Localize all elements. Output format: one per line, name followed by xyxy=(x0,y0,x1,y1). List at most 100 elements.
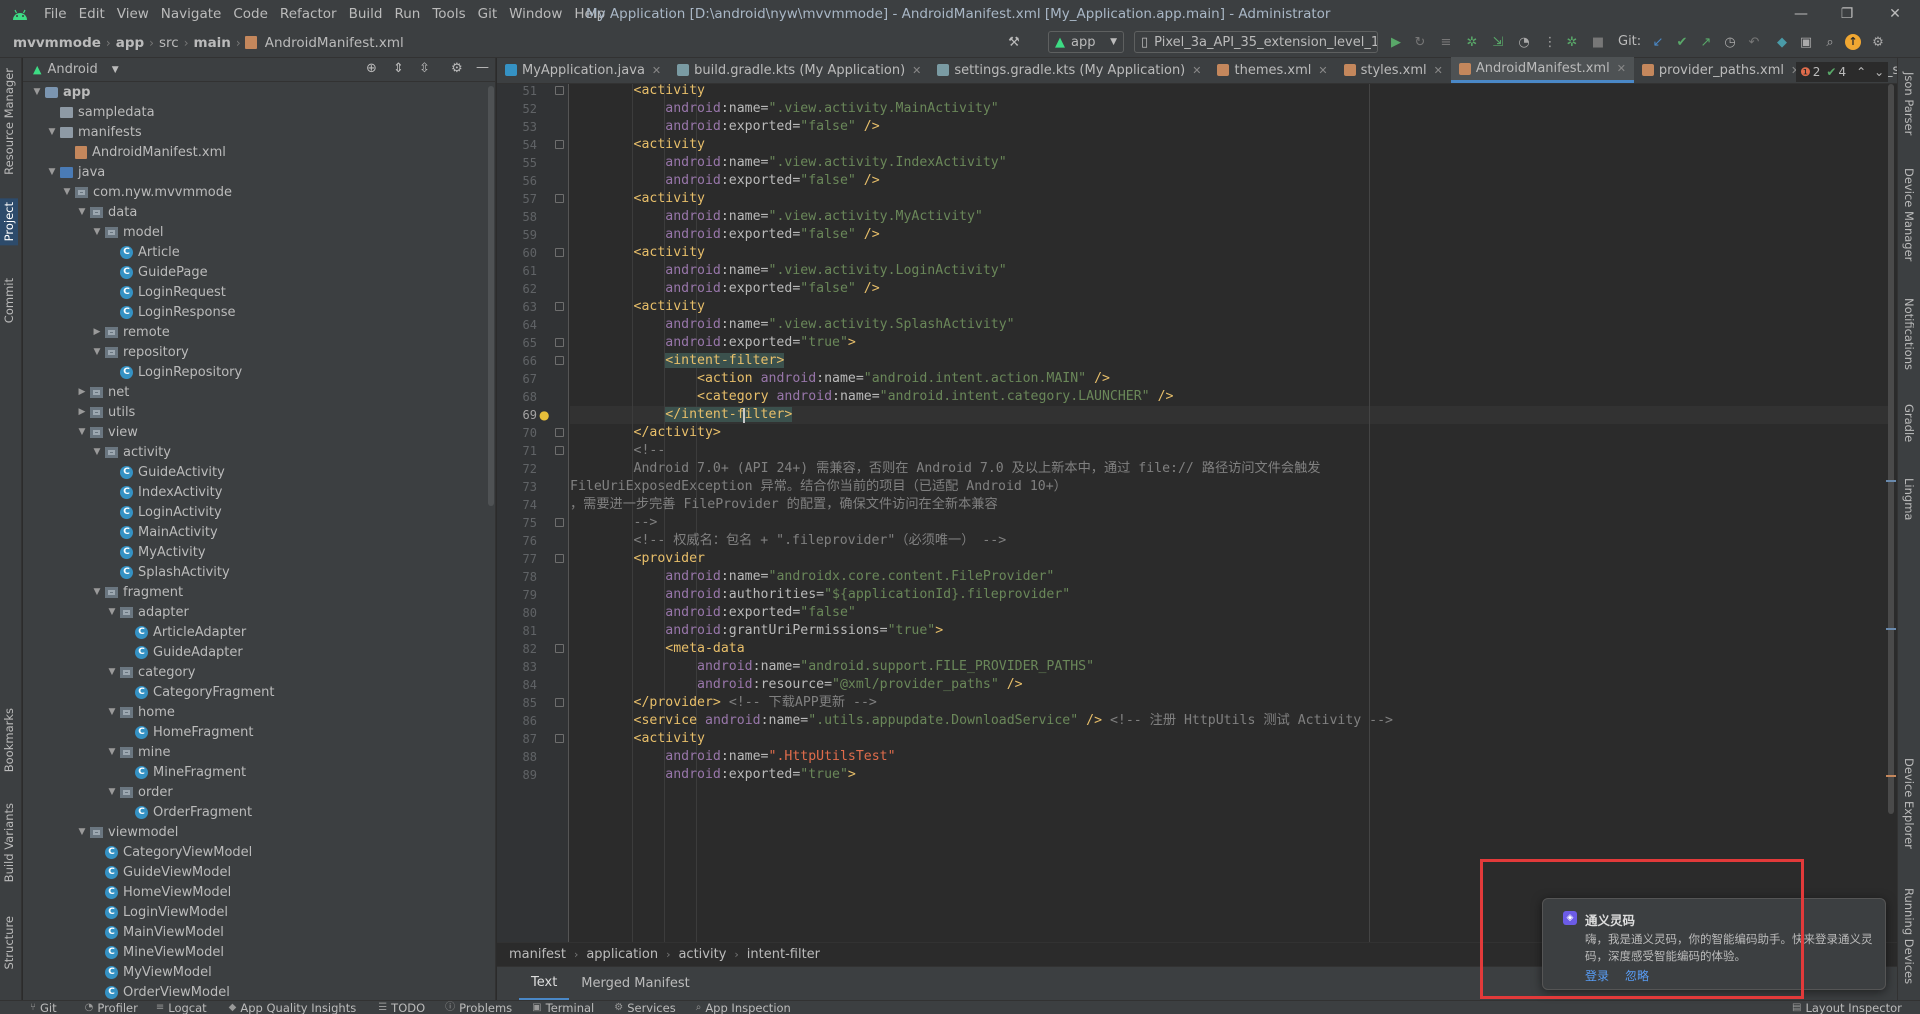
expanded-arrow-icon[interactable]: ▼ xyxy=(76,827,88,837)
menu-navigate[interactable]: Navigate xyxy=(155,0,228,28)
tree-item[interactable]: ▼ fragment xyxy=(91,582,184,602)
menu-edit[interactable]: Edit xyxy=(73,0,111,28)
menu-git[interactable]: Git xyxy=(472,0,504,28)
close-tab-icon[interactable]: ✕ xyxy=(652,64,661,77)
running-devices-tab[interactable]: Running Devices xyxy=(1902,888,1916,984)
fold-marker-icon[interactable] xyxy=(555,644,564,653)
close-tab-icon[interactable]: ✕ xyxy=(912,64,921,77)
project-view-select[interactable]: Android xyxy=(47,62,97,77)
close-tab-icon[interactable]: ✕ xyxy=(1192,64,1201,77)
expanded-arrow-icon[interactable]: ▼ xyxy=(91,227,103,237)
tree-item[interactable]: C SplashActivity xyxy=(106,562,230,582)
project-tab[interactable]: Project xyxy=(0,198,18,246)
tree-item[interactable]: C LoginRepository xyxy=(106,362,242,382)
expanded-arrow-icon[interactable]: ▼ xyxy=(76,207,88,217)
structure-tab[interactable]: Structure xyxy=(2,916,16,970)
tree-item[interactable]: C LoginResponse xyxy=(106,302,236,322)
history-icon[interactable]: ◷ xyxy=(1720,32,1740,52)
menu-code[interactable]: Code xyxy=(227,0,274,28)
tree-item[interactable]: ▶ remote xyxy=(91,322,170,342)
git-push-icon[interactable]: ↗ xyxy=(1696,32,1716,52)
xml-crumb-manifest[interactable]: manifest xyxy=(509,947,566,962)
profile-icon[interactable]: ◔ xyxy=(1514,32,1534,52)
rerun-icon[interactable]: ↻ xyxy=(1410,32,1430,52)
tree-item[interactable]: ▶ net xyxy=(76,382,130,402)
inspection-widget[interactable]: ❶2 ✔ 4 ⌃ ⌄ xyxy=(1796,62,1889,82)
fold-marker-icon[interactable] xyxy=(555,446,564,455)
tree-item[interactable]: ▼ home xyxy=(106,702,175,722)
fold-marker-icon[interactable] xyxy=(555,518,564,527)
menu-view[interactable]: View xyxy=(111,0,155,28)
tree-item[interactable]: ▼ category xyxy=(106,662,196,682)
bookmarks-tab[interactable]: Bookmarks xyxy=(2,708,16,772)
app-quality-tool-button[interactable]: ◆ App Quality Insights xyxy=(229,1001,357,1014)
expanded-arrow-icon[interactable]: ▼ xyxy=(106,747,118,757)
tree-item[interactable]: C MainViewModel xyxy=(91,922,224,942)
device-manager-icon[interactable]: ◆ xyxy=(1772,32,1792,52)
tab-merged-manifest[interactable]: Merged Manifest xyxy=(569,967,701,1001)
editor-tab[interactable]: settings.gradle.kts (My Application) ✕ xyxy=(929,57,1209,83)
logcat-tool-button[interactable]: ≡ Logcat xyxy=(156,1001,207,1014)
collapsed-arrow-icon[interactable]: ▶ xyxy=(76,387,88,397)
tree-item[interactable]: ▼ java xyxy=(46,162,106,182)
expanded-arrow-icon[interactable]: ▼ xyxy=(91,347,103,357)
tree-item[interactable]: C GuidePage xyxy=(106,262,208,282)
search-everywhere-icon[interactable]: ⌕ xyxy=(1820,32,1840,52)
chevron-up-icon[interactable]: ⌃ xyxy=(1856,65,1866,79)
fold-marker-icon[interactable] xyxy=(555,698,564,707)
tree-item[interactable]: ▼ viewmodel xyxy=(76,822,179,842)
tree-item[interactable]: C LoginActivity xyxy=(106,502,222,522)
tree-item[interactable]: ▼ repository xyxy=(91,342,189,362)
json-parser-tab[interactable]: Json Parser xyxy=(1902,72,1916,135)
expanded-arrow-icon[interactable]: ▼ xyxy=(61,187,73,197)
chevron-down-icon[interactable]: ⌄ xyxy=(1874,65,1884,79)
tree-item[interactable]: C OrderViewModel xyxy=(91,982,230,1002)
tree-item[interactable]: C LoginViewModel xyxy=(91,902,228,922)
fold-marker-icon[interactable] xyxy=(555,356,564,365)
tree-item[interactable]: ▼ model xyxy=(91,222,164,242)
terminal-tool-button[interactable]: ▣ Terminal xyxy=(532,1001,594,1014)
debug-icon[interactable]: ✲ xyxy=(1462,32,1482,52)
commit-tab[interactable]: Commit xyxy=(2,278,16,323)
collapsed-arrow-icon[interactable]: ▶ xyxy=(76,407,88,417)
tree-item[interactable]: ▼ data xyxy=(76,202,138,222)
breadcrumb-src[interactable]: src xyxy=(156,35,182,51)
tree-item[interactable]: C GuideViewModel xyxy=(91,862,231,882)
git-commit-icon[interactable]: ✔ xyxy=(1672,32,1692,52)
gear-icon[interactable]: ⚙ xyxy=(451,61,463,76)
fold-marker-icon[interactable] xyxy=(555,734,564,743)
maximize-button[interactable]: ❐ xyxy=(1824,0,1870,28)
breadcrumb-project[interactable]: mvvmmode xyxy=(10,35,104,51)
editor-scrollbar[interactable] xyxy=(1886,84,1896,942)
close-window-button[interactable]: ✕ xyxy=(1872,0,1918,28)
tree-item[interactable]: C HomeFragment xyxy=(121,722,253,742)
expanded-arrow-icon[interactable]: ▼ xyxy=(46,167,58,177)
tree-item[interactable]: ▼ view xyxy=(76,422,138,442)
tree-item[interactable]: ▼ app xyxy=(31,82,91,102)
device-debug-icon[interactable]: ✲ xyxy=(1562,32,1582,52)
expanded-arrow-icon[interactable]: ▼ xyxy=(91,447,103,457)
xml-crumb-intent-filter[interactable]: intent-filter xyxy=(747,947,820,962)
breadcrumb-main[interactable]: main xyxy=(191,35,234,51)
tree-item[interactable]: C MainActivity xyxy=(106,522,218,542)
problems-tool-button[interactable]: ⓘ Problems xyxy=(445,1001,512,1014)
close-tab-icon[interactable]: ✕ xyxy=(1318,64,1327,77)
build-variants-tab[interactable]: Build Variants xyxy=(2,803,16,882)
services-tool-button[interactable]: ⚙ Services xyxy=(614,1001,675,1014)
xml-crumb-application[interactable]: application xyxy=(586,947,658,962)
menu-run[interactable]: Run xyxy=(388,0,426,28)
settings-icon[interactable]: ⚙ xyxy=(1868,32,1888,52)
project-scrollbar[interactable] xyxy=(488,86,494,506)
tab-text[interactable]: Text xyxy=(519,967,570,1001)
tree-item[interactable]: C GuideActivity xyxy=(106,462,225,482)
expand-all-icon[interactable]: ⇕ xyxy=(393,61,404,76)
breadcrumb-module[interactable]: app xyxy=(113,35,147,51)
close-tab-icon[interactable]: ✕ xyxy=(1434,64,1443,77)
hammer-icon[interactable]: ⚒ xyxy=(1004,32,1024,52)
update-icon[interactable]: ↑ xyxy=(1845,34,1861,50)
expanded-arrow-icon[interactable]: ▼ xyxy=(91,587,103,597)
tree-item[interactable]: AndroidManifest.xml xyxy=(61,142,226,162)
tree-item[interactable]: C Article xyxy=(106,242,180,262)
tree-item[interactable]: ▼ adapter xyxy=(106,602,189,622)
expanded-arrow-icon[interactable]: ▼ xyxy=(106,667,118,677)
